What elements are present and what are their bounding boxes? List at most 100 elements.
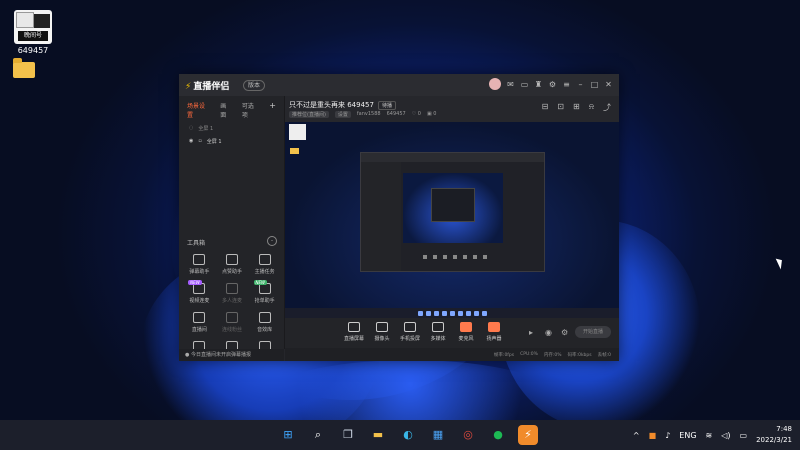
room-title[interactable]: 只不过是重头再来 649457 待播 [289, 100, 396, 110]
menu-icon[interactable]: ≡ [562, 80, 571, 89]
music-icon [258, 312, 271, 323]
tool-fan-link[interactable]: 连线粉丝 [216, 312, 249, 333]
clock-date: 2022/3/21 [756, 436, 792, 444]
username: fanv1588 [356, 111, 381, 117]
task-icon [258, 254, 271, 265]
viewers-count: ▣ 0 [426, 111, 437, 117]
main-panel: 只不过是重头再来 649457 待播 推荐位(直播间) 设置 fanv1588 6… [285, 96, 619, 361]
language-indicator[interactable]: ENG [679, 431, 696, 440]
user-icon [225, 254, 238, 265]
shirt-icon[interactable]: ♜ [534, 80, 543, 89]
lock-icon: ▫ [198, 138, 202, 144]
screen-icon[interactable]: ▭ [520, 80, 529, 89]
desktop-icon-label: 649457 [17, 46, 49, 55]
tool-multi-link[interactable]: 多人连麦 [216, 283, 249, 304]
live-companion-window: ⚡ 直播伴侣 版本 ✉ ▭ ♜ ⚙ ≡ – □ ✕ 场景设置 画面 可选项 + ◌… [179, 74, 619, 361]
volume-icon[interactable]: ◁) [721, 431, 730, 440]
battery-icon[interactable]: ▭ [740, 431, 748, 440]
layout-icon[interactable]: ⊟ [542, 102, 549, 113]
go-live-button[interactable]: 开始直播 [575, 326, 611, 338]
message-icon[interactable]: ✉ [506, 80, 515, 89]
eye-off-icon: ◌ [189, 125, 194, 131]
share-icon[interactable]: ⤴ [603, 102, 611, 113]
collapse-tools-icon[interactable]: – [267, 236, 277, 246]
fan-icon [225, 312, 238, 323]
live-companion-tray-icon[interactable]: ■ [649, 431, 657, 440]
task-view-icon[interactable]: ❐ [338, 425, 358, 445]
add-scene-icon[interactable]: + [269, 101, 276, 119]
minimize-icon[interactable]: – [576, 80, 585, 89]
lock-icon[interactable]: ⊡ [557, 102, 564, 113]
nested-preview-window [360, 152, 545, 272]
file-explorer-icon[interactable]: ▬ [368, 425, 388, 445]
clock[interactable]: 7:48 2022/3/21 [756, 424, 792, 446]
crop-icon[interactable]: ⊞ [573, 102, 580, 113]
status-notice: ● 今日直播间未开启弹幕播报 [179, 349, 284, 361]
live-companion-icon[interactable]: ⚡ [518, 425, 538, 445]
mouse-cursor [775, 256, 786, 270]
speaker-icon [488, 322, 500, 332]
clock-time: 7:48 [776, 425, 792, 433]
app-logo: ⚡ 直播伴侣 [185, 82, 230, 92]
category-pill[interactable]: 推荐位(直播间) [289, 111, 329, 118]
camera-icon [376, 322, 388, 332]
tab-options[interactable]: 可选项 [242, 101, 259, 119]
scene-item[interactable]: ◌ 全屏 1 [179, 122, 284, 135]
scene-item[interactable]: ◉ ▫ 全屏 1 [179, 135, 284, 148]
preview-desktop-icon [289, 124, 306, 140]
speaker-button[interactable]: 扬声器 [477, 322, 511, 342]
tab-scene-settings[interactable]: 场景设置 [187, 101, 210, 119]
download-icon [225, 283, 238, 294]
maximize-icon[interactable]: □ [590, 80, 599, 89]
tool-sound-library[interactable]: 音效库 [248, 312, 281, 333]
eye-icon: ◉ [189, 138, 194, 144]
tool-like-assistant[interactable]: 点赞助手 [216, 254, 249, 275]
chat-icon [193, 254, 206, 265]
likes-count: ♡ 0 [411, 111, 421, 117]
tools-grid: 弹幕助手 点赞助手 主播任务 NEW 视频连麦 多人连麦 NEW 抢单助手 直播间 … [183, 254, 281, 355]
room-icon [193, 312, 206, 323]
bell-icon[interactable]: ⍾ [589, 102, 594, 113]
edge-icon[interactable]: ◐ [398, 425, 418, 445]
live-preview[interactable] [285, 122, 619, 318]
windows-start-icon[interactable]: ⊞ [278, 425, 298, 445]
stream-stats: 帧率:0fps CPU:0% 内存:0% 码率:0kbps 丢帧:0 [285, 348, 619, 361]
tool-danmu-assistant[interactable]: 弹幕助手 [183, 254, 216, 275]
preview-folder-icon [290, 148, 299, 154]
folder-icon [13, 58, 35, 78]
media-icon [432, 322, 444, 332]
phone-icon [404, 322, 416, 332]
settings-icon[interactable]: ⚙ [548, 80, 557, 89]
record-icon[interactable]: ▸ [529, 328, 533, 337]
monitor-icon [348, 322, 360, 332]
chrome-icon[interactable]: ◎ [458, 425, 478, 445]
desktop-icon-folder[interactable] [12, 58, 36, 78]
tool-video-link[interactable]: NEW 视频连麦 [183, 280, 216, 304]
microphone-tray-icon[interactable]: ♪ [665, 431, 670, 440]
bolt-icon: ⚡ [185, 82, 192, 92]
avatar[interactable] [489, 78, 501, 90]
settings-pill[interactable]: 设置 [334, 111, 351, 118]
desktop-icon-live-companion[interactable]: 晚间号 649457 [8, 10, 58, 55]
store-icon[interactable]: ▦ [428, 425, 448, 445]
eye-icon[interactable]: ◉ [545, 328, 552, 337]
source-controls: 直播屏幕 摄像头 手机投屏 多媒体 麦克风 扬声器 ▸ ◉ ⚙ 开始直播 [285, 318, 619, 348]
microphone-icon [460, 322, 472, 332]
tool-host-tasks[interactable]: 主播任务 [248, 254, 281, 275]
version-badge[interactable]: 版本 [243, 80, 266, 91]
spotify-icon[interactable]: ● [488, 425, 508, 445]
scene-sidebar: 场景设置 画面 可选项 + ◌ 全屏 1 ◉ ▫ 全屏 1 工具箱 – 弹幕助手 点赞… [179, 96, 285, 352]
wifi-icon[interactable]: ≋ [706, 431, 713, 440]
tab-picture[interactable]: 画面 [220, 101, 232, 119]
chevron-up-icon[interactable]: ^ [633, 431, 640, 440]
close-icon[interactable]: ✕ [604, 80, 613, 89]
tool-live-room[interactable]: 直播间 [183, 312, 216, 333]
new-badge: NEW [188, 280, 202, 285]
gear-icon[interactable]: ⚙ [561, 328, 568, 337]
room-id: 649457 [386, 111, 406, 117]
search-icon[interactable]: ⌕ [308, 425, 328, 445]
tool-grab-assistant[interactable]: NEW 抢单助手 [248, 280, 281, 304]
preview-taskbar [285, 308, 619, 318]
live-companion-app-icon: 晚间号 [14, 10, 52, 44]
new-badge: NEW [253, 280, 267, 285]
